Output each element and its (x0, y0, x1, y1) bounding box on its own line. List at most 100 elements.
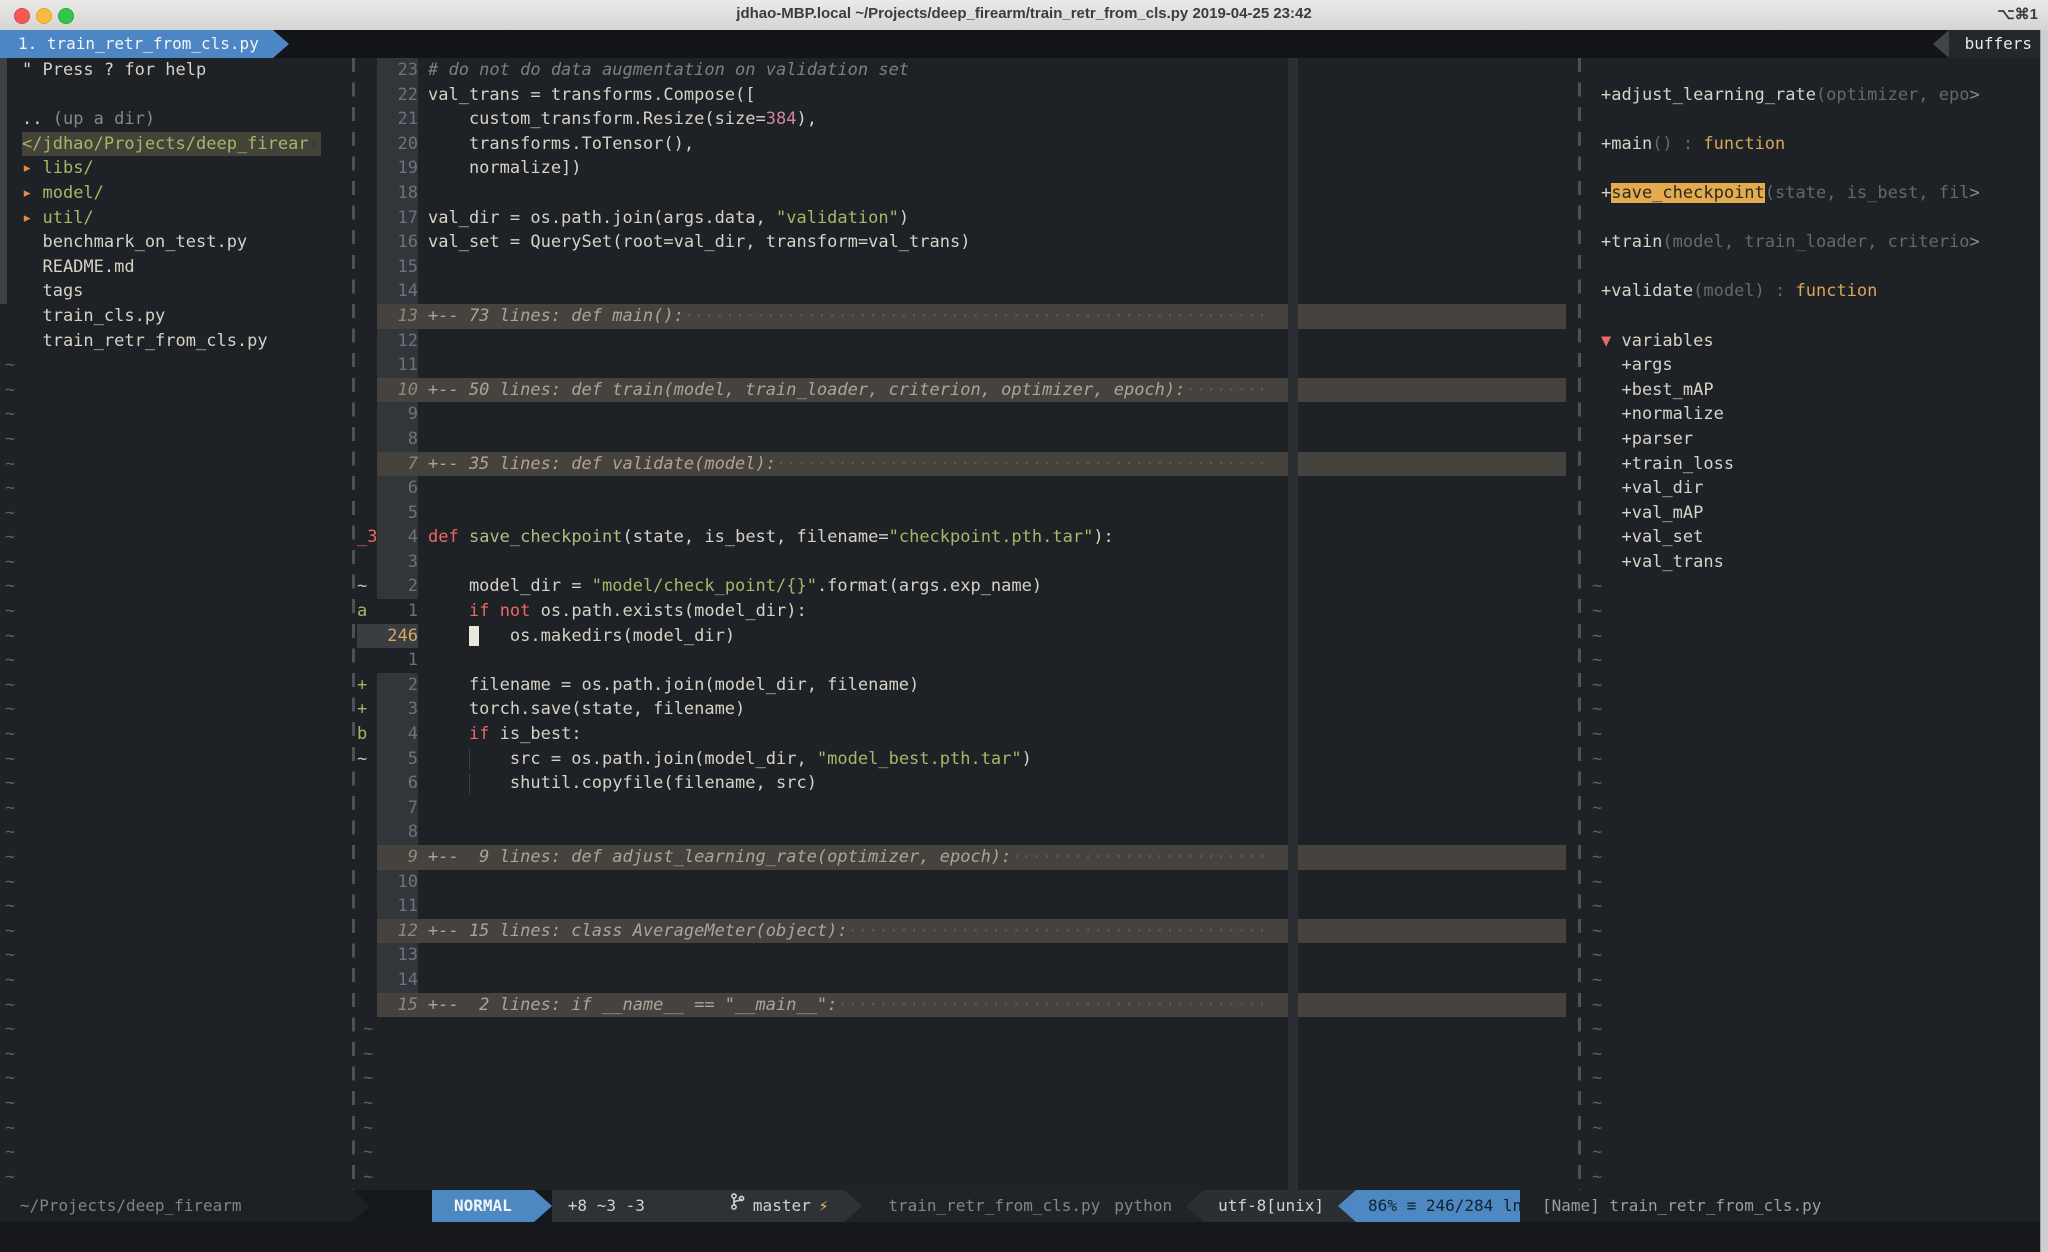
code-line[interactable]: ~5 src = os.path.join(model_dir, "model_… (357, 747, 1578, 772)
code-line[interactable]: ~2 model_dir = "model/check_point/{}".fo… (357, 574, 1578, 599)
code-line[interactable]: 10+-- 50 lines: def train(model, train_l… (357, 378, 1578, 403)
nerdtree-file-tags[interactable]: tags (0, 279, 352, 304)
tag-entry-train[interactable]: +train(model, train_loader, criterio> (1590, 230, 2041, 255)
code-line[interactable]: 15 (357, 255, 1578, 280)
powerline-arrow-left (1338, 1190, 1356, 1222)
nerdtree-file-train-cls[interactable]: train_cls.py (0, 304, 352, 329)
nerdtree-root[interactable]: </jdhao/Projects/deep_firear› (0, 132, 352, 157)
code-line[interactable]: 9 (357, 402, 1578, 427)
code-line[interactable]: 1 (357, 648, 1578, 673)
nerdtree-up-dir[interactable]: .. (up a dir) (0, 107, 352, 132)
code-line[interactable]: 5 (357, 501, 1578, 526)
folded-line[interactable]: 10+-- 50 lines: def train(model, train_l… (377, 378, 1566, 403)
sign-column-cell (357, 501, 377, 526)
right-scrollbar[interactable] (2040, 30, 2048, 1252)
tag-entry-val-trans[interactable]: +val_trans (1590, 550, 2041, 575)
tilde-marker: ~ (5, 872, 15, 892)
code-line[interactable]: +2 filename = os.path.join(model_dir, fi… (357, 673, 1578, 698)
code-line[interactable]: 16val_set = QuerySet(root=val_dir, trans… (357, 230, 1578, 255)
nerdtree-dir-util[interactable]: ▸ util/ (0, 206, 352, 231)
line-number: 16 (377, 230, 418, 255)
code-pane[interactable]: 23# do not do data augmentation on valid… (357, 58, 1578, 1190)
code-line[interactable]: 22val_trans = transforms.Compose([ (357, 83, 1578, 108)
tag-entry-validate[interactable]: +validate(model) : function (1590, 279, 2041, 304)
code-segment: not (500, 601, 531, 621)
code-line[interactable]: 23# do not do data augmentation on valid… (357, 58, 1578, 83)
code-line[interactable]: 13 (357, 943, 1578, 968)
window-separator-right[interactable] (1578, 58, 1581, 1190)
sign-column-cell (357, 845, 377, 870)
nerdtree-file-benchmark[interactable]: benchmark_on_test.py (0, 230, 352, 255)
fold-fill-dots: ························· (1011, 845, 1267, 870)
code-line[interactable]: 19 normalize]) (357, 156, 1578, 181)
code-line[interactable]: 11 (357, 353, 1578, 378)
code-line[interactable]: 12+-- 15 lines: class AverageMeter(objec… (357, 919, 1578, 944)
code-line[interactable]: 3 (357, 550, 1578, 575)
tilde-marker: ~ (5, 699, 15, 719)
line-number: 19 (377, 156, 418, 181)
code-line[interactable]: _34def save_checkpoint(state, is_best, f… (357, 525, 1578, 550)
code-line[interactable]: 10 (357, 870, 1578, 895)
tilde-marker: ~ (1592, 699, 1602, 719)
tg-name-segment: +normalize (1601, 404, 1724, 424)
code-line[interactable]: 12 (357, 329, 1578, 354)
tag-entry-adjust-learning-rate[interactable]: +adjust_learning_rate(optimizer, epo> (1590, 83, 2041, 108)
window-separator-left[interactable] (352, 58, 355, 1190)
code-line[interactable]: 14 (357, 968, 1578, 993)
folded-line[interactable]: 12+-- 15 lines: class AverageMeter(objec… (377, 919, 1566, 944)
editor-workspace: " Press ? for help.. (up a dir)</jdhao/P… (0, 58, 2048, 1190)
code-line[interactable]: +3 torch.save(state, filename) (357, 697, 1578, 722)
tag-entry-normalize[interactable]: +normalize (1590, 402, 2041, 427)
buffers-label[interactable]: buffers (1949, 30, 2048, 58)
colorcolumn-marker (1288, 58, 1298, 1190)
code-text (428, 870, 1578, 895)
folded-line[interactable]: 13+-- 73 lines: def main():·············… (377, 304, 1566, 329)
tg-hl-segment: save_checkpoint (1611, 183, 1765, 203)
tagbar-blank (1590, 156, 2041, 181)
code-line[interactable]: 13+-- 73 lines: def main():·············… (357, 304, 1578, 329)
tag-entry-val-mAP[interactable]: +val_mAP (1590, 501, 2041, 526)
nerdtree-dir-model[interactable]: ▸ model/ (0, 181, 352, 206)
code-line[interactable]: 20 transforms.ToTensor(), (357, 132, 1578, 157)
folded-line[interactable]: 7+-- 35 lines: def validate(model):·····… (377, 452, 1566, 477)
tg-name-segment: +args (1601, 355, 1673, 375)
code-line[interactable]: 246 os.makedirs(model_dir) (357, 624, 1578, 649)
tilde-marker: ~ (5, 675, 15, 695)
tag-entry-parser[interactable]: +parser (1590, 427, 2041, 452)
tab-active[interactable]: 1. train_retr_from_cls.py (0, 30, 273, 58)
code-line[interactable]: 8 (357, 427, 1578, 452)
code-text: def save_checkpoint(state, is_best, file… (428, 525, 1578, 550)
tag-entry-val-dir[interactable]: +val_dir (1590, 476, 2041, 501)
tag-entry-args[interactable]: +args (1590, 353, 2041, 378)
code-line[interactable]: 6 shutil.copyfile(filename, src) (357, 771, 1578, 796)
tag-entry-save-checkpoint[interactable]: +save_checkpoint(state, is_best, fil> (1590, 181, 2041, 206)
sign-column-cell (357, 304, 377, 329)
line-number: 15 (377, 255, 418, 280)
code-line[interactable]: 8 (357, 820, 1578, 845)
code-line[interactable]: 18 (357, 181, 1578, 206)
code-line[interactable]: 11 (357, 894, 1578, 919)
code-line[interactable]: b4 if is_best: (357, 722, 1578, 747)
nerdtree-file-train-retr[interactable]: train_retr_from_cls.py (0, 329, 352, 354)
code-line[interactable]: 7+-- 35 lines: def validate(model):·····… (357, 452, 1578, 477)
tag-entry-main[interactable]: +main() : function (1590, 132, 2041, 157)
tag-entry-best-mAP[interactable]: +best_mAP (1590, 378, 2041, 403)
nerdtree-dir-libs[interactable]: ▸ libs/ (0, 156, 352, 181)
vim-command-line[interactable] (0, 1222, 2048, 1252)
folded-line[interactable]: 15+-- 2 lines: if __name__ == "__main__"… (377, 993, 1566, 1018)
tag-section-variables[interactable]: ▼ variables (1590, 329, 2041, 354)
code-line[interactable]: 7 (357, 796, 1578, 821)
code-line[interactable]: 21 custom_transform.Resize(size=384), (357, 107, 1578, 132)
tag-entry-val-set[interactable]: +val_set (1590, 525, 2041, 550)
tilde-marker: ~ (5, 921, 15, 941)
tilde-marker: ~ (5, 1167, 15, 1187)
code-line[interactable]: 9+-- 9 lines: def adjust_learning_rate(o… (357, 845, 1578, 870)
tag-entry-train-loss[interactable]: +train_loss (1590, 452, 2041, 477)
code-line[interactable]: 6 (357, 476, 1578, 501)
nerdtree-file-readme[interactable]: README.md (0, 255, 352, 280)
code-line[interactable]: 15+-- 2 lines: if __name__ == "__main__"… (357, 993, 1578, 1018)
code-line[interactable]: 14 (357, 279, 1578, 304)
folded-line[interactable]: 9+-- 9 lines: def adjust_learning_rate(o… (377, 845, 1566, 870)
code-line[interactable]: 17val_dir = os.path.join(args.data, "val… (357, 206, 1578, 231)
code-line[interactable]: a1 if not os.path.exists(model_dir): (357, 599, 1578, 624)
